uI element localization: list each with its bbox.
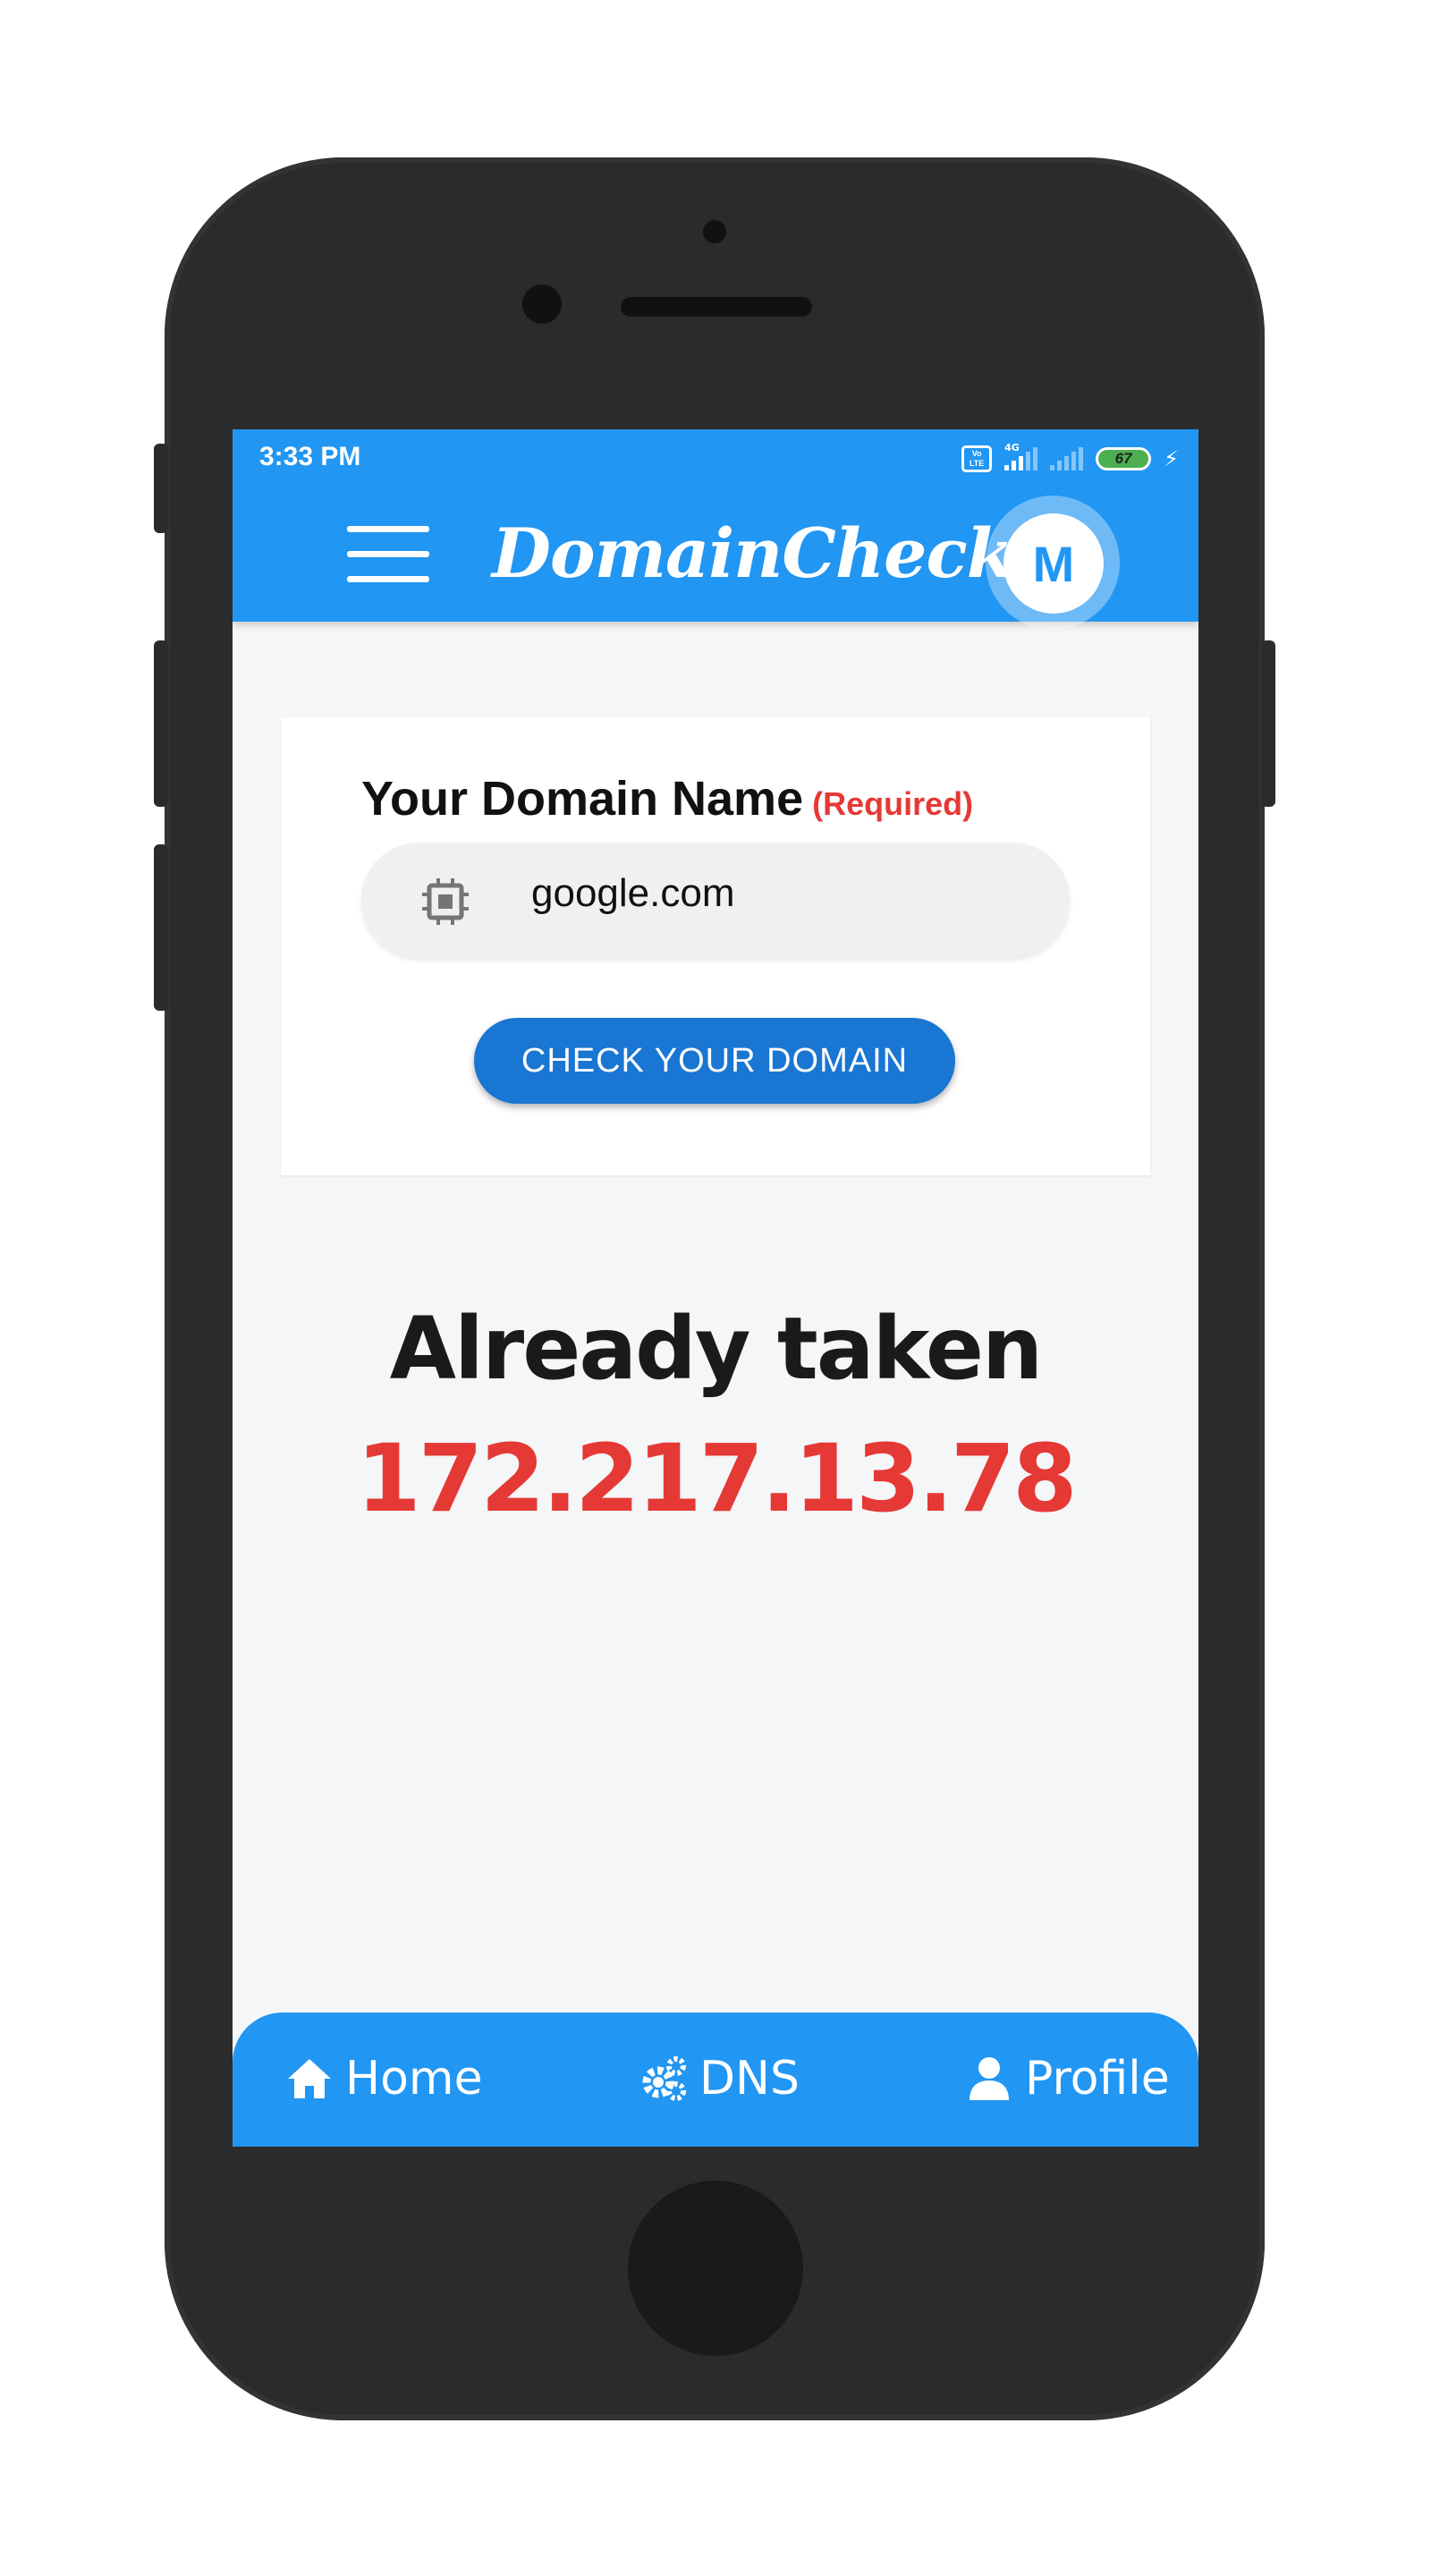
domain-form-card: Your Domain Name (Required) google.com CH… (281, 717, 1150, 1175)
status-time: 3:33 PM (259, 442, 361, 471)
nav-home-label: Home (345, 2052, 483, 2106)
battery-icon: 67 (1096, 447, 1152, 470)
nav-dns-label: DNS (699, 2052, 800, 2106)
app-screen: 3:33 PM Vo LTE 4G 67 ⚡ DomainChecker M Y… (233, 429, 1198, 2147)
home-icon (288, 2059, 331, 2098)
status-icons: Vo LTE 4G 67 ⚡ (961, 442, 1179, 474)
earpiece-speaker (621, 297, 812, 317)
domain-input-value[interactable]: google.com (531, 871, 734, 916)
signal-4g-icon: 4G (1004, 442, 1038, 470)
result-ip-address: 172.217.13.78 (356, 1424, 1077, 1533)
domain-label-text: Your Domain Name (361, 772, 804, 826)
charging-bolt-icon: ⚡ (1164, 446, 1179, 471)
front-camera (522, 284, 562, 324)
volume-up-button[interactable] (154, 640, 168, 807)
domain-field-label: Your Domain Name (Required) (361, 771, 973, 826)
menu-button[interactable] (347, 526, 429, 583)
user-icon (970, 2057, 1009, 2100)
signal-sim2-icon (1050, 447, 1084, 470)
mute-switch[interactable] (154, 444, 168, 533)
avatar[interactable]: M (1003, 513, 1104, 614)
chip-icon (422, 878, 469, 925)
nav-profile-label: Profile (1025, 2052, 1170, 2106)
proximity-sensor (703, 220, 726, 243)
gears-icon (642, 2056, 686, 2101)
app-bar: 3:33 PM Vo LTE 4G 67 ⚡ DomainChecker M (233, 429, 1198, 630)
home-hardware-button[interactable] (628, 2181, 803, 2356)
network-type-label: 4G (1004, 442, 1020, 453)
volume-down-button[interactable] (154, 844, 168, 1011)
menu-icon (347, 526, 429, 532)
nav-dns[interactable]: DNS (639, 2052, 800, 2106)
domain-input[interactable]: google.com (361, 843, 1070, 957)
result-status: Already taken (389, 1299, 1044, 1399)
power-button[interactable] (1261, 640, 1275, 807)
volte-icon: Vo LTE (961, 445, 993, 472)
check-domain-button[interactable]: CHECK YOUR DOMAIN (474, 1018, 955, 1104)
nav-profile[interactable]: Profile (964, 2052, 1170, 2106)
bottom-navigation: Home DNS Profile (233, 2012, 1198, 2147)
required-indicator: (Required) (812, 785, 974, 822)
nav-home[interactable]: Home (284, 2052, 483, 2106)
